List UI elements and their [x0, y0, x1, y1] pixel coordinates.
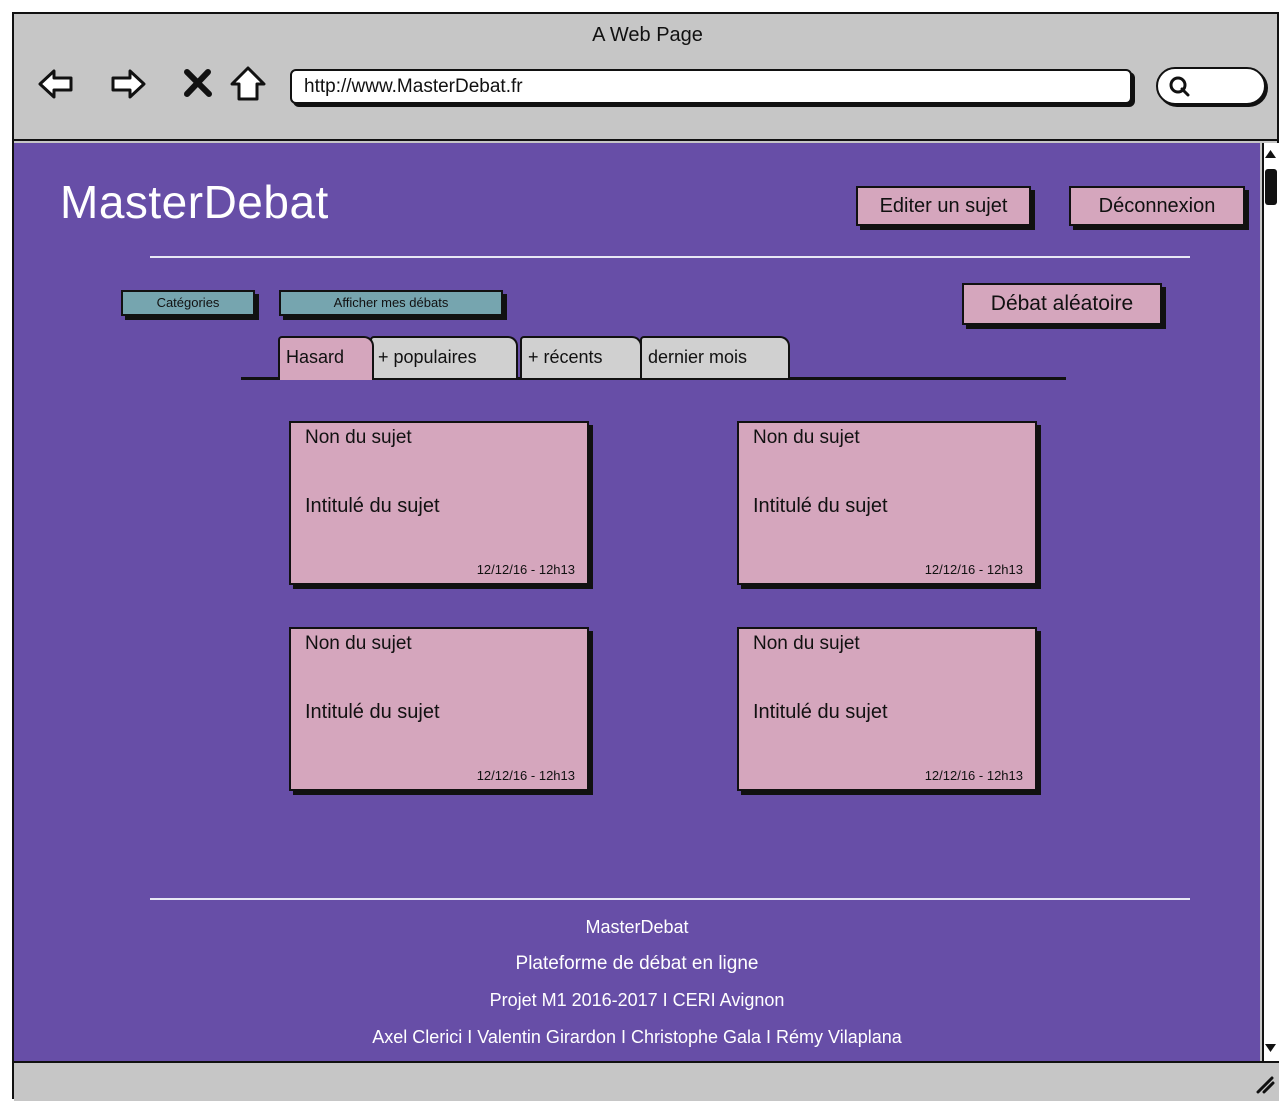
card-subject-title: Intitulé du sujet: [305, 701, 440, 723]
card-date: 12/12/16 - 12h13: [476, 768, 575, 783]
logout-button[interactable]: Déconnexion: [1069, 186, 1245, 226]
vertical-scrollbar[interactable]: [1262, 143, 1279, 1061]
resize-grip-icon[interactable]: [1254, 1074, 1276, 1094]
random-debate-button[interactable]: Débat aléatoire: [962, 283, 1162, 325]
subject-card[interactable]: Non du sujet Intitulé du sujet 12/12/16 …: [737, 627, 1037, 791]
footer-divider: [150, 898, 1190, 900]
subject-card[interactable]: Non du sujet Intitulé du sujet 12/12/16 …: [289, 421, 589, 585]
footer-site-name: MasterDebat: [585, 917, 689, 937]
home-icon: [230, 66, 266, 101]
home-button[interactable]: [228, 64, 268, 104]
subject-card[interactable]: Non du sujet Intitulé du sujet 12/12/16 …: [289, 627, 589, 791]
scrollbar-thumb[interactable]: [1265, 169, 1277, 205]
card-subject-title: Intitulé du sujet: [753, 701, 888, 723]
card-date: 12/12/16 - 12h13: [924, 562, 1023, 577]
scroll-down-icon[interactable]: [1264, 1042, 1277, 1054]
toolbar-divider: [14, 139, 1279, 141]
card-subject-title: Intitulé du sujet: [753, 495, 888, 517]
card-subject-name: Non du sujet: [305, 633, 412, 654]
back-button[interactable]: [36, 64, 76, 104]
site-logo[interactable]: MasterDebat: [60, 175, 329, 229]
subject-card[interactable]: Non du sujet Intitulé du sujet 12/12/16 …: [737, 421, 1037, 585]
card-subject-title: Intitulé du sujet: [305, 495, 440, 517]
forward-arrow-icon: [111, 69, 146, 99]
scroll-up-icon[interactable]: [1264, 148, 1277, 160]
card-date: 12/12/16 - 12h13: [924, 768, 1023, 783]
stop-icon: [184, 69, 212, 97]
search-icon: [1169, 76, 1190, 97]
tab-populaires[interactable]: + populaires: [370, 336, 518, 378]
categories-button[interactable]: Catégories: [121, 290, 255, 316]
tab-hasard[interactable]: Hasard: [278, 336, 374, 380]
window-title: A Web Page: [592, 24, 703, 46]
footer-tagline: Plateforme de débat en ligne: [515, 953, 759, 974]
tab-dernier-mois[interactable]: dernier mois: [640, 336, 790, 378]
edit-subject-button[interactable]: Editer un sujet: [856, 186, 1031, 226]
status-bar: [14, 1061, 1279, 1101]
footer-authors: Axel Clerici I Valentin Girardon I Chris…: [372, 1027, 902, 1047]
browser-window: A Web Page http://www.MasterDebat.fr Mas…: [12, 12, 1279, 1101]
card-subject-name: Non du sujet: [305, 427, 412, 448]
address-bar[interactable]: http://www.MasterDebat.fr: [290, 69, 1132, 104]
page-content: MasterDebat Editer un sujet Déconnexion …: [14, 143, 1260, 1061]
back-arrow-icon: [38, 69, 73, 99]
card-date: 12/12/16 - 12h13: [476, 562, 575, 577]
card-subject-name: Non du sujet: [753, 633, 860, 654]
stop-button[interactable]: [178, 64, 218, 104]
forward-button[interactable]: [108, 64, 148, 104]
tab-recents[interactable]: + récents: [520, 336, 642, 378]
header-divider: [150, 256, 1190, 258]
my-debates-button[interactable]: Afficher mes débats: [279, 290, 503, 316]
footer-project: Projet M1 2016-2017 I CERI Avignon: [489, 990, 785, 1010]
card-subject-name: Non du sujet: [753, 427, 860, 448]
